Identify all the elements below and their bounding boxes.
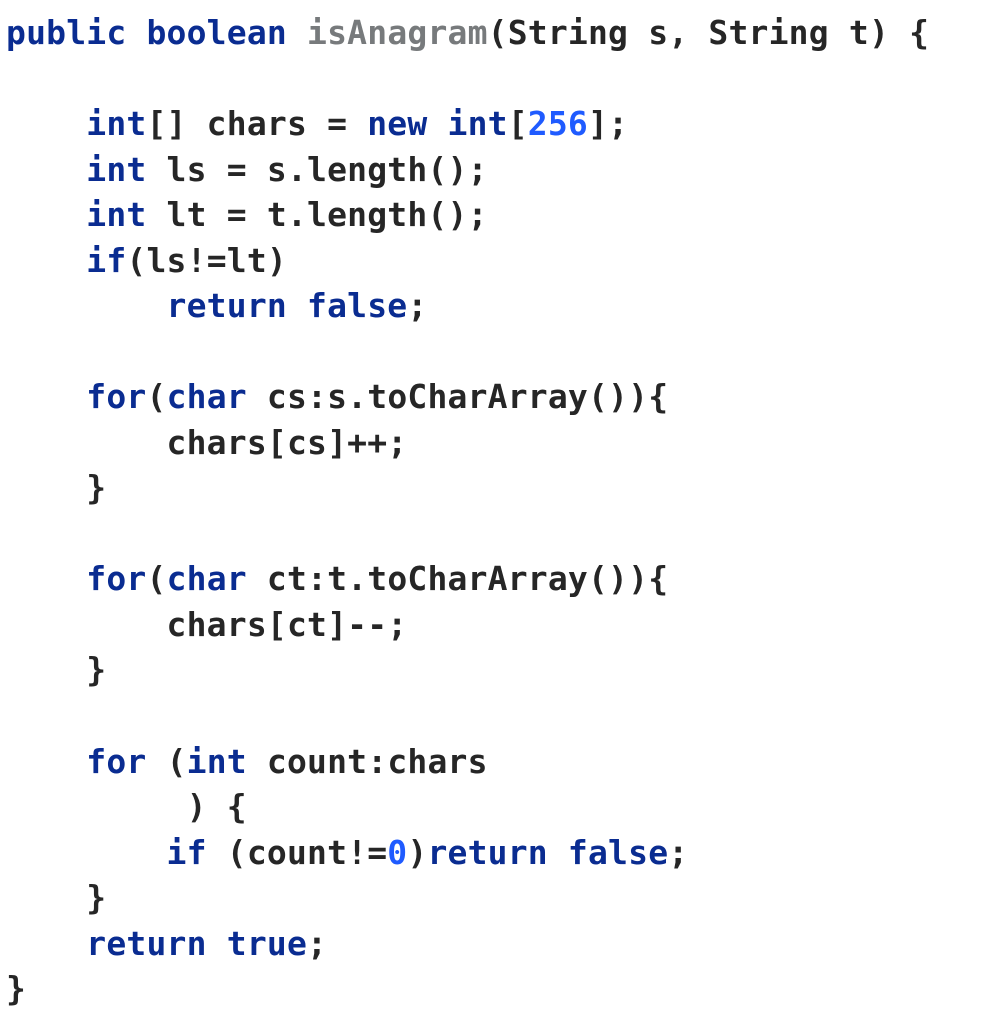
code-block: public boolean isAnagram(String s, Strin… [0, 0, 1000, 1022]
code-token: if [86, 241, 126, 280]
code-line [6, 693, 994, 739]
code-token: for [86, 559, 146, 598]
code-line: if(ls!=lt) [6, 238, 994, 284]
code-line: for(char ct:t.toCharArray()){ [6, 556, 994, 602]
code-token: count:chars [247, 742, 488, 781]
code-line: ) { [6, 784, 994, 830]
code-line [6, 511, 994, 557]
code-token: } [86, 878, 106, 917]
code-token: return false [427, 833, 668, 872]
code-token: chars[cs]++; [167, 423, 408, 462]
code-token: (ls!=lt) [126, 241, 287, 280]
code-token: int [86, 195, 146, 234]
code-token: ct:t.toCharArray()){ [247, 559, 668, 598]
code-token: for [86, 377, 146, 416]
code-token: chars[ct]--; [167, 605, 408, 644]
code-token: ; [668, 833, 688, 872]
code-token: ; [307, 924, 327, 963]
code-token: ; [407, 286, 427, 325]
code-line: chars[ct]--; [6, 602, 994, 648]
code-token: int [187, 742, 247, 781]
code-token: } [6, 969, 26, 1008]
code-token: char [167, 377, 247, 416]
code-token: ls = s.length(); [146, 150, 487, 189]
code-token: isAnagram [307, 13, 488, 52]
code-token: [] chars = [146, 104, 367, 143]
code-line: return true; [6, 921, 994, 967]
code-token: (count!= [227, 833, 388, 872]
code-token: ( [146, 559, 166, 598]
code-token: ) { [167, 787, 247, 826]
code-token: [ [508, 104, 528, 143]
code-line: public boolean isAnagram(String s, Strin… [6, 10, 994, 56]
code-token: int [86, 104, 146, 143]
code-line [6, 329, 994, 375]
code-token: 256 [528, 104, 588, 143]
code-line: for (int count:chars [6, 739, 994, 785]
code-token: boolean [146, 13, 286, 52]
code-token: } [86, 650, 106, 689]
code-token: return false [167, 286, 408, 325]
code-line: int lt = t.length(); [6, 192, 994, 238]
code-line: chars[cs]++; [6, 420, 994, 466]
code-line: int ls = s.length(); [6, 147, 994, 193]
code-token: public [6, 13, 126, 52]
code-line: } [6, 875, 994, 921]
code-token: ( [167, 742, 187, 781]
code-line: } [6, 647, 994, 693]
code-token: 0 [387, 833, 407, 872]
code-token: if [167, 833, 227, 872]
code-line: } [6, 966, 994, 1012]
code-token: for [86, 742, 166, 781]
code-token: (String s, String t) { [488, 13, 930, 52]
code-token: } [86, 468, 106, 507]
code-line: return false; [6, 283, 994, 329]
code-token: ( [146, 377, 166, 416]
code-token: ]; [588, 104, 628, 143]
code-token: ) [407, 833, 427, 872]
code-line [6, 56, 994, 102]
code-token [287, 13, 307, 52]
code-line: if (count!=0)return false; [6, 830, 994, 876]
code-line: } [6, 465, 994, 511]
code-token [126, 13, 146, 52]
code-token: new int [367, 104, 507, 143]
code-token: char [167, 559, 247, 598]
code-token: cs:s.toCharArray()){ [247, 377, 668, 416]
code-token: int [86, 150, 146, 189]
code-line: int[] chars = new int[256]; [6, 101, 994, 147]
code-token: return true [86, 924, 307, 963]
code-token: lt = t.length(); [146, 195, 487, 234]
code-line: for(char cs:s.toCharArray()){ [6, 374, 994, 420]
